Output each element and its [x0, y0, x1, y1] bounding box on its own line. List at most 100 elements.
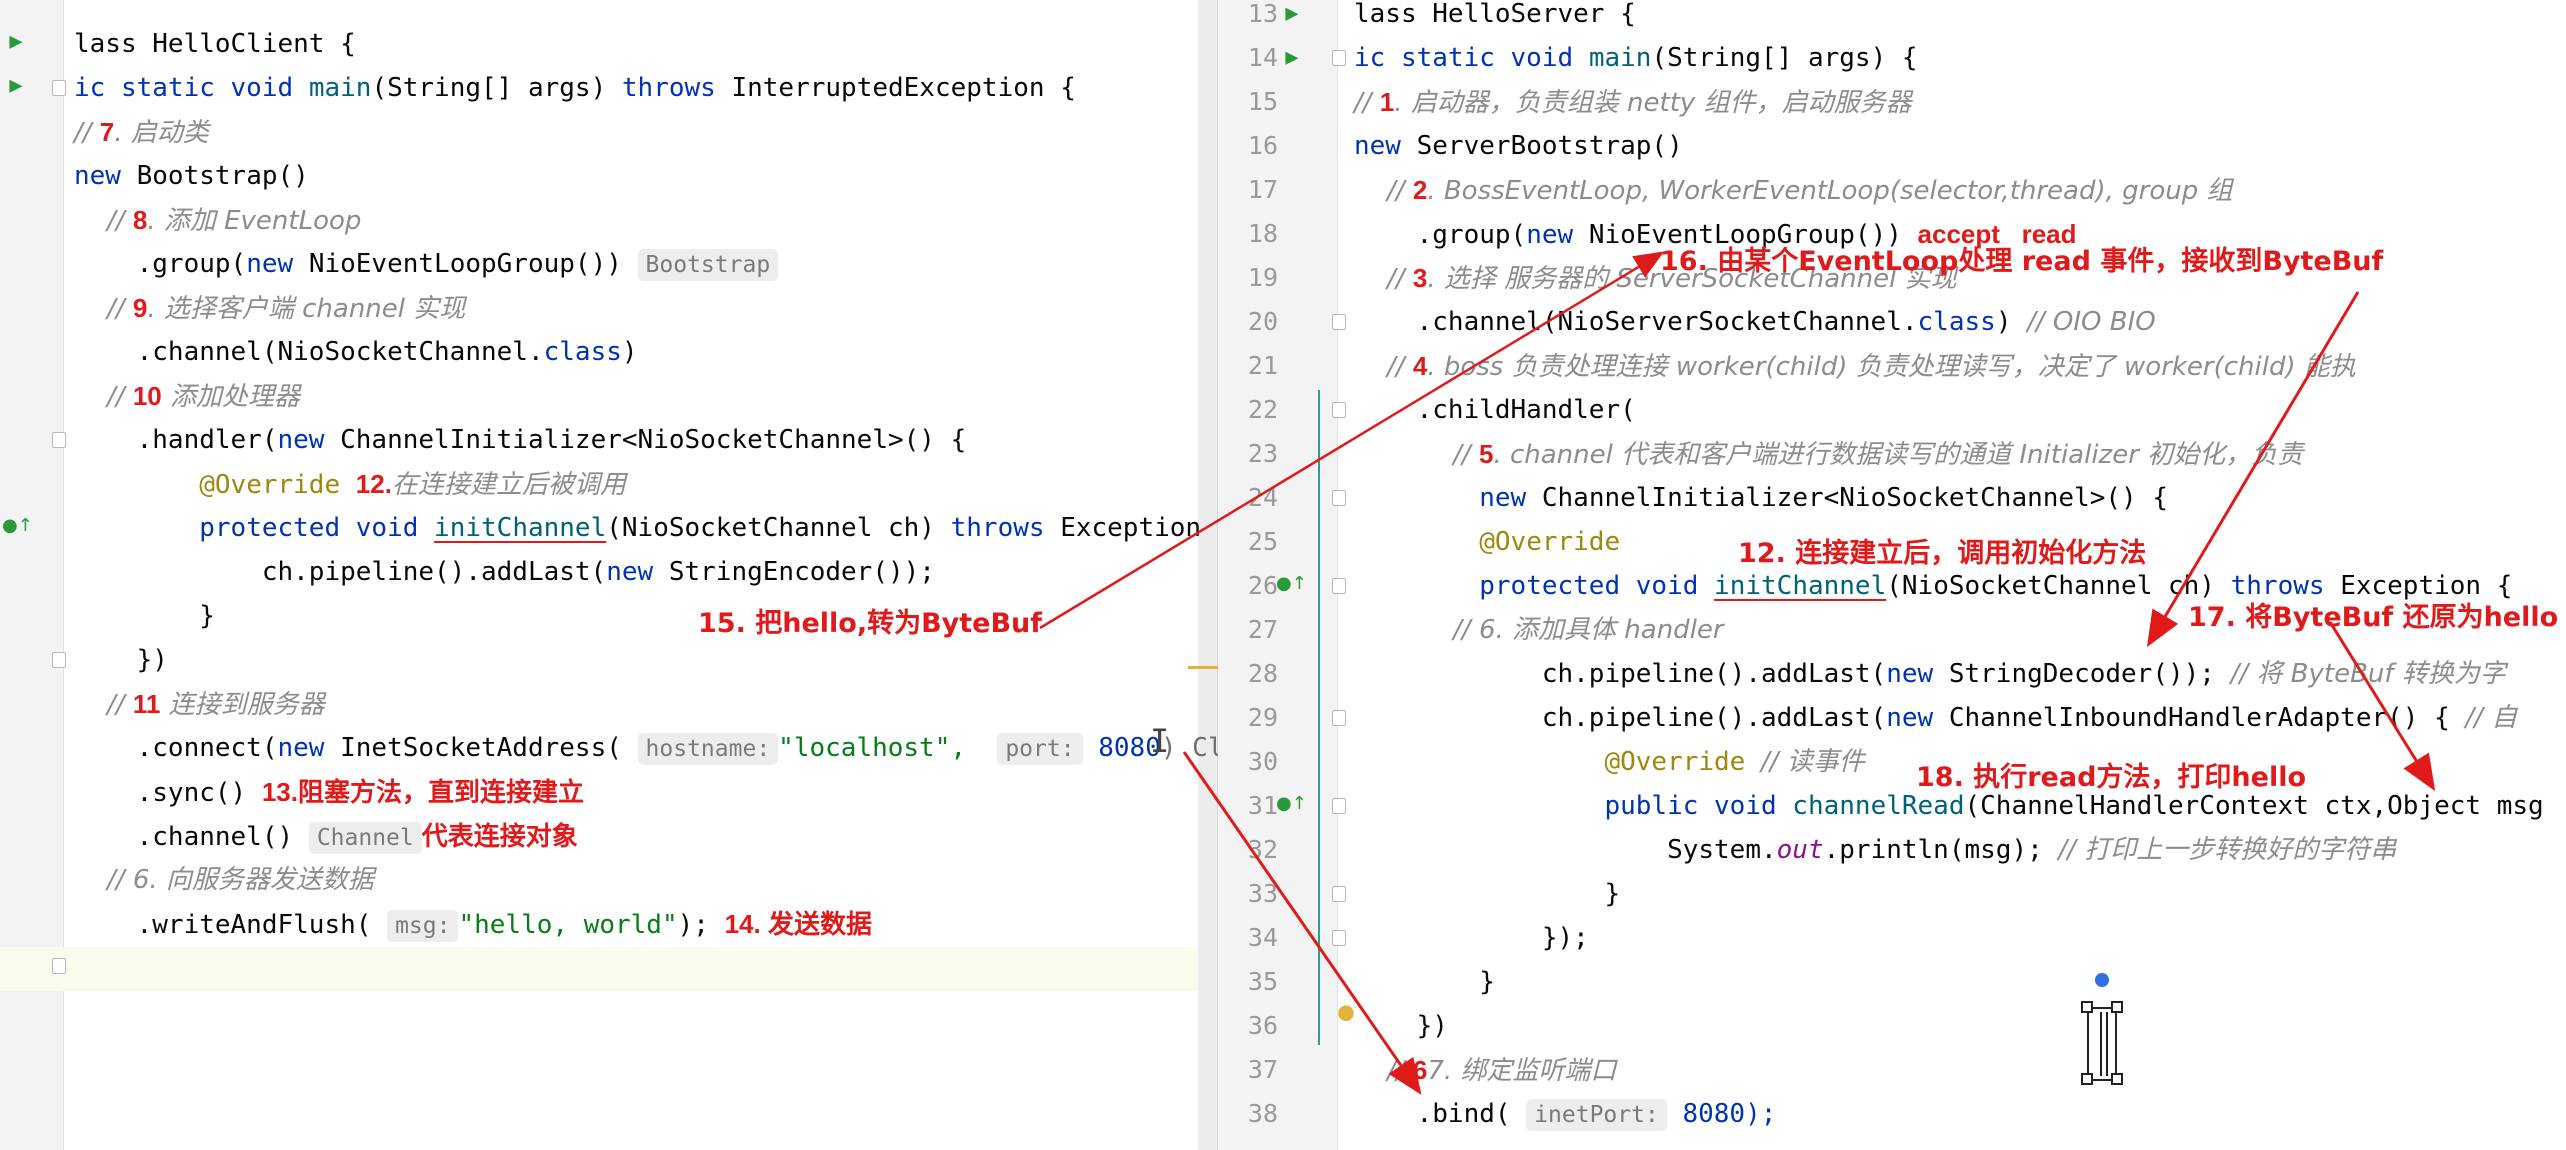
code-line[interactable]: }) [1354, 1004, 1448, 1048]
fold-icon[interactable] [1332, 402, 1346, 418]
line-number: 25 [1247, 527, 1278, 556]
fold-icon[interactable] [1332, 798, 1346, 814]
code-line[interactable]: protected void initChannel(NioSocketChan… [74, 506, 1201, 550]
code-line[interactable]: @Override 12.在连接建立后被调用 [74, 462, 626, 506]
fold-icon[interactable] [1332, 886, 1346, 902]
code-line[interactable]: // 8. 添加 EventLoop [74, 198, 361, 242]
code-line[interactable]: // 10 添加处理器 [74, 374, 300, 418]
code-token: 2 [1412, 175, 1428, 205]
code-line[interactable]: .handler(new ChannelInitializer<NioSocke… [74, 418, 967, 462]
code-token: 在连接建立后被调用 [391, 470, 626, 500]
fold-icon[interactable] [1332, 930, 1346, 946]
fold-icon[interactable] [52, 80, 66, 96]
code-line[interactable]: .childHandler( [1354, 388, 1636, 432]
code-token: @Override [1479, 527, 1621, 557]
code-line[interactable]: .channel(NioServerSocketChannel.class) /… [1354, 300, 2156, 344]
code-token: protected void [1479, 571, 1715, 601]
code-line[interactable]: }) [74, 638, 168, 682]
code-token: StringDecoder()); [1948, 659, 2231, 689]
code-line[interactable]: lass HelloServer { [1354, 0, 1636, 36]
client-editor-pane[interactable]: lass HelloClient {ic static void main(St… [0, 0, 1218, 1150]
fold-icon[interactable] [52, 958, 66, 974]
code-line[interactable]: // 1. 启动器，负责组装 netty 组件，启动服务器 [1354, 80, 1912, 124]
line-number: 16 [1247, 131, 1278, 160]
fold-icon[interactable] [1332, 314, 1346, 330]
fold-icon[interactable] [52, 432, 66, 448]
code-line[interactable]: ic static void main(String[] args) { [1354, 36, 1918, 80]
code-token: .connect( [74, 733, 278, 763]
code-line[interactable]: } [1354, 960, 1495, 1004]
code-line[interactable]: .writeAndFlush( msg: "hello, world"); 14.… [74, 902, 872, 946]
code-line[interactable]: .sync() 13.阻塞方法，直到连接建立 [74, 770, 584, 814]
code-line[interactable]: @Override [1354, 520, 1620, 564]
line-number: 14 [1247, 43, 1278, 72]
code-token: // 将 ByteBuf 转换为字 [2230, 659, 2506, 689]
code-token: InterruptedException { [731, 73, 1076, 103]
lightbulb-icon[interactable]: ● [1336, 999, 1356, 1025]
code-token: .channel(NioServerSocketChannel. [1354, 307, 1918, 337]
code-token: 8 [132, 205, 148, 235]
code-line[interactable]: // 67. 绑定监听端口 [1354, 1048, 1616, 1092]
server-editor-pane[interactable]: 13 14 15 16 17 18 19 20 21 22 23 24 25 26 27 28 29 30 31 32… [1218, 0, 2566, 1150]
line-number: 15 [1247, 87, 1278, 116]
code-line[interactable]: .channel(NioSocketChannel.class) [74, 330, 638, 374]
code-line[interactable]: // 7. 启动类 [74, 110, 209, 154]
scroll-marker [1188, 666, 1218, 669]
code-line[interactable]: // 6. 添加具体 handler [1354, 608, 1723, 652]
implements-icon[interactable]: ●↑ [1276, 794, 1307, 814]
code-line[interactable]: new ChannelInitializer<NioSocketChannel>… [1354, 476, 2168, 520]
code-line[interactable]: // 2. BossEventLoop, WorkerEventLoop(sel… [1354, 168, 2232, 212]
code-token: Bootstrap() [136, 161, 309, 191]
code-line[interactable]: new ServerBootstrap() [1354, 124, 1683, 168]
fold-icon[interactable] [1332, 578, 1346, 594]
run-icon[interactable]: ▶ [6, 31, 26, 53]
code-line[interactable]: // 5. channel 代表和客户端进行数据读写的通道 Initialize… [1354, 432, 2303, 476]
code-line[interactable]: // 11 连接到服务器 [74, 682, 325, 726]
code-token: 4 [1412, 351, 1428, 381]
code-line[interactable]: } [1354, 872, 1620, 916]
code-line[interactable]: .group(new NioEventLoopGroup()) Bootstra… [74, 242, 779, 286]
note-15: 15. 把hello,转为ByteBuf [698, 608, 1043, 639]
code-line[interactable]: ch.pipeline().addLast(new StringDecoder(… [1354, 652, 2506, 696]
code-line[interactable]: } [74, 594, 215, 638]
code-line[interactable]: .channel() Channel 代表连接对象 [74, 814, 578, 858]
fold-icon[interactable] [52, 652, 66, 668]
code-line[interactable]: ch.pipeline().addLast(new ChannelInbound… [1354, 696, 2517, 740]
code-line[interactable]: // 9. 选择客户端 channel 实现 [74, 286, 465, 330]
run-icon[interactable]: ▶ [1282, 47, 1302, 69]
implements-icon[interactable]: ●↑ [2, 516, 33, 536]
code-token: // [74, 382, 133, 412]
code-line[interactable]: lass HelloClient { [74, 22, 356, 66]
code-token: lass HelloServer { [1354, 0, 1636, 29]
code-token: 11 [132, 689, 161, 719]
code-line[interactable]: .connect(new InetSocketAddress( hostname… [74, 726, 1218, 770]
code-line[interactable]: ic static void main(String[] args) throw… [74, 66, 1076, 110]
note-16: 16. 由某个EventLoop处理 read 事件，接收到ByteBuf [1660, 246, 2384, 277]
code-line[interactable]: @Override // 读事件 [1354, 740, 1864, 784]
run-icon[interactable]: ▶ [1282, 3, 1302, 25]
fold-icon[interactable] [1332, 710, 1346, 726]
code-line[interactable]: .bind( inetPort: 8080); [1354, 1092, 1776, 1136]
code-line[interactable]: System.out.println(msg); // 打印上一步转换好的字符串 [1354, 828, 2396, 872]
line-number: 21 [1247, 351, 1278, 380]
line-number: 27 [1247, 615, 1278, 644]
code-token: ChannelInitializer<NioSocketChannel>() { [340, 425, 967, 455]
editor-split-scrollbar[interactable] [1198, 0, 1218, 1150]
implements-icon[interactable]: ●↑ [1276, 574, 1307, 594]
code-token: new [1886, 659, 1949, 689]
code-line[interactable]: // 4. boss 负责处理连接 worker(child) 负责处理读写，决… [1354, 344, 2356, 388]
code-line[interactable]: ch.pipeline().addLast(new StringEncoder(… [74, 550, 935, 594]
fold-icon[interactable] [1332, 490, 1346, 506]
code-token: 13.阻塞方法，直到连接建立 [261, 777, 584, 807]
fold-icon[interactable] [1332, 50, 1346, 66]
code-token: ) [621, 337, 638, 367]
code-line[interactable]: // 6. 向服务器发送数据 [74, 858, 374, 902]
code-token: .group( [74, 249, 247, 279]
run-icon[interactable]: ▶ [6, 75, 26, 97]
code-line[interactable]: }); [1354, 916, 1589, 960]
code-line[interactable]: new Bootstrap() [74, 154, 309, 198]
